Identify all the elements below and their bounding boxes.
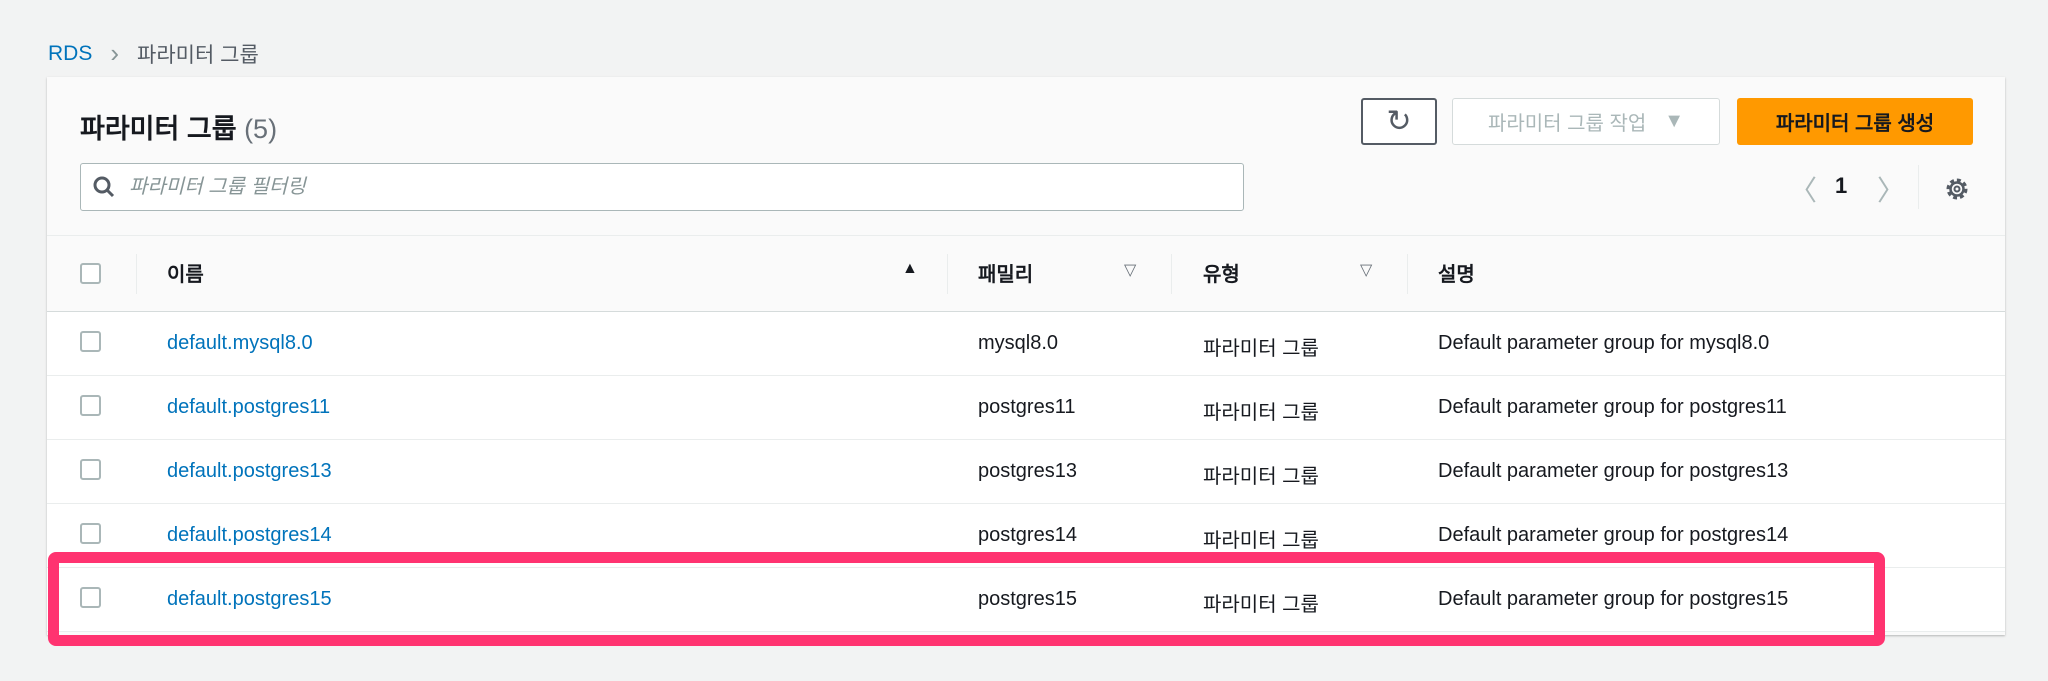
type-cell: 파라미터 그룹 (1203, 338, 1319, 360)
divider (1918, 165, 1919, 209)
family-cell: postgres13 (978, 460, 1077, 482)
group-actions-dropdown[interactable]: 파라미터 그룹 작업 ▼ (1452, 98, 1720, 145)
chevron-right-icon: › (110, 38, 120, 68)
current-page[interactable]: 1 (1835, 173, 1847, 199)
highlight-annotation-box (48, 552, 1885, 646)
filter-search-box[interactable] (80, 163, 1244, 211)
column-divider (1171, 254, 1172, 294)
refresh-icon: ↻ (1386, 105, 1412, 138)
column-divider (947, 254, 948, 294)
family-cell: mysql8.0 (978, 332, 1059, 354)
type-cell: 파라미터 그룹 (1203, 530, 1319, 552)
family-cell: postgres11 (978, 396, 1076, 418)
column-header-type[interactable]: 유형 (1203, 258, 1240, 287)
breadcrumb: RDS › 파라미터 그룹 (48, 38, 259, 69)
row-checkbox[interactable] (80, 395, 101, 416)
breadcrumb-current: 파라미터 그룹 (137, 43, 259, 67)
page-title: 파라미터 그룹 (5) (80, 107, 277, 146)
create-parameter-group-button[interactable]: 파라미터 그룹 생성 (1737, 98, 1973, 145)
table-row[interactable]: default.postgres13 postgres13 파라미터 그룹 De… (47, 440, 2005, 504)
column-divider (136, 254, 137, 294)
next-page-icon[interactable]: 〉 (1877, 169, 1905, 209)
family-cell: postgres14 (978, 524, 1077, 546)
row-checkbox[interactable] (80, 523, 101, 544)
group-name-link[interactable]: default.postgres14 (167, 524, 332, 547)
group-name-link[interactable]: default.postgres13 (167, 460, 332, 483)
actions-label: 파라미터 그룹 작업 (1487, 113, 1647, 135)
group-name-link[interactable]: default.postgres11 (167, 396, 330, 419)
search-icon (93, 176, 115, 198)
table-header: 이름 ▲ 패밀리 ▽ 유형 ▽ 설명 (47, 235, 2005, 312)
caret-down-icon: ▼ (1664, 110, 1685, 132)
description-cell: Default parameter group for postgres13 (1438, 460, 1789, 482)
column-header-family[interactable]: 패밀리 (978, 258, 1033, 287)
table-row[interactable]: default.mysql8.0 mysql8.0 파라미터 그룹 Defaul… (47, 312, 2005, 376)
group-count: (5) (244, 114, 278, 144)
prev-page-icon[interactable]: 〈 (1789, 169, 1817, 209)
settings-gear-icon[interactable] (1944, 176, 1970, 202)
sort-ascending-icon[interactable]: ▲ (902, 260, 918, 278)
table-row[interactable]: default.postgres11 postgres11 파라미터 그룹 De… (47, 376, 2005, 440)
refresh-button[interactable]: ↻ (1361, 98, 1437, 145)
column-header-name[interactable]: 이름 (167, 258, 204, 287)
title-text: 파라미터 그룹 (80, 114, 237, 144)
type-cell: 파라미터 그룹 (1203, 402, 1319, 424)
column-divider (1407, 254, 1408, 294)
row-checkbox[interactable] (80, 331, 101, 352)
select-all-checkbox[interactable] (80, 263, 101, 284)
column-header-description: 설명 (1438, 264, 1475, 286)
row-checkbox[interactable] (80, 459, 101, 480)
filter-input[interactable] (129, 175, 1129, 199)
breadcrumb-rds-link[interactable]: RDS (48, 42, 92, 66)
description-cell: Default parameter group for postgres14 (1438, 524, 1789, 546)
description-cell: Default parameter group for mysql8.0 (1438, 332, 1770, 354)
description-cell: Default parameter group for postgres11 (1438, 396, 1787, 418)
sort-icon[interactable]: ▽ (1124, 260, 1136, 280)
sort-icon[interactable]: ▽ (1360, 260, 1372, 280)
type-cell: 파라미터 그룹 (1203, 466, 1319, 488)
group-name-link[interactable]: default.mysql8.0 (167, 332, 313, 355)
